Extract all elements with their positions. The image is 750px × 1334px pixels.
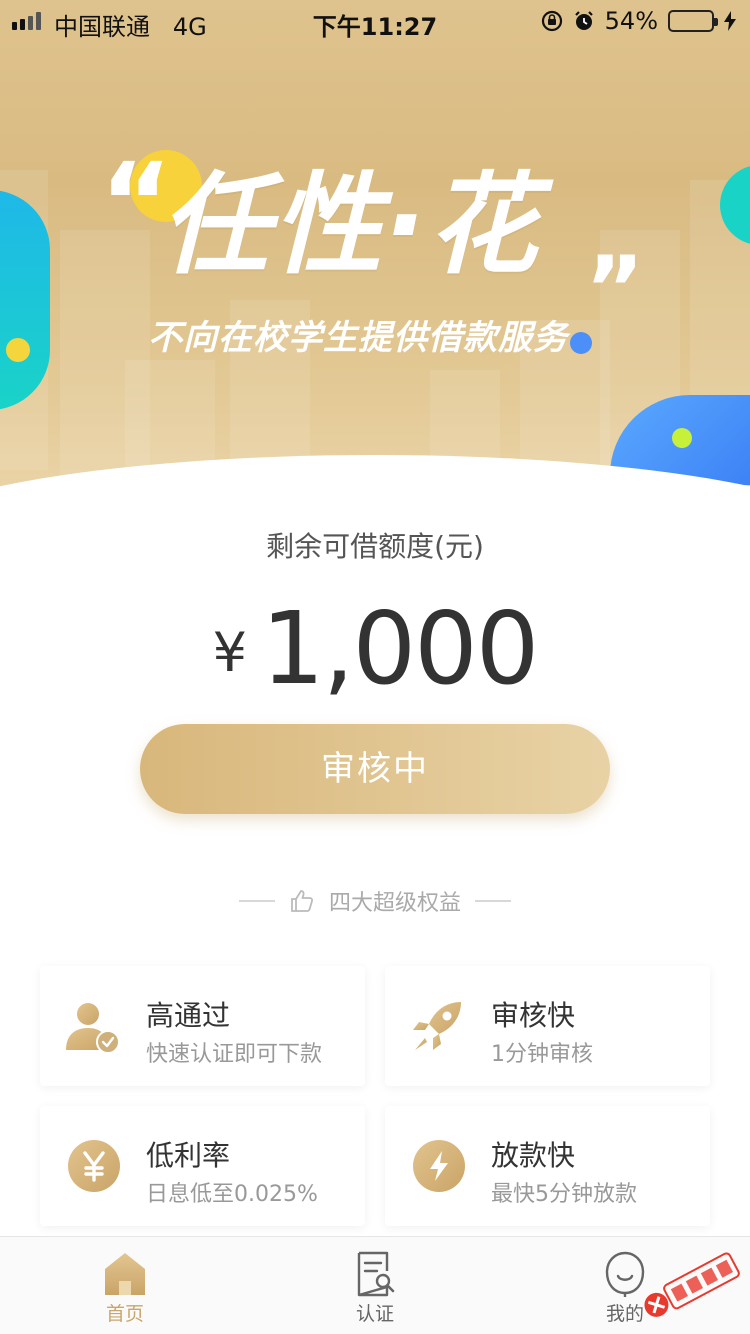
charging-icon xyxy=(724,11,736,31)
benefit-subtitle: 日息低至0.025% xyxy=(146,1182,318,1207)
loan-home-screen: “ ” 任性·花 不向在校学生提供借款服务 中国联通 4G 下午11:27 54… xyxy=(0,0,750,1334)
benefit-title: 高通过 xyxy=(146,999,231,1032)
benefit-title: 放款快 xyxy=(491,1139,576,1172)
close-quote-icon: ” xyxy=(585,237,645,342)
credit-limit-label: 剩余可借额度(元) xyxy=(266,530,484,563)
benefit-card-fast-review: 审核快 1分钟审核 xyxy=(385,966,710,1086)
divider-line xyxy=(475,900,511,902)
header-banner: “ ” 任性·花 不向在校学生提供借款服务 中国联通 4G 下午11:27 54… xyxy=(0,0,750,520)
credit-amount: ¥1,000 xyxy=(0,590,750,707)
benefits-heading: 四大超级权益 xyxy=(0,885,750,917)
slogan-subtitle: 不向在校学生提供借款服务 xyxy=(148,318,568,358)
divider-line xyxy=(238,900,275,902)
status-bar: 中国联通 4G 下午11:27 54% xyxy=(0,0,750,41)
thumbs-up-icon xyxy=(291,890,314,912)
battery-percent: 54% xyxy=(604,7,658,35)
lightning-icon xyxy=(413,1140,465,1192)
rocket-icon xyxy=(413,1002,461,1050)
amount-value: 1,000 xyxy=(261,590,539,707)
benefit-card-fast-payout: 放款快 最快5分钟放款 xyxy=(385,1106,710,1226)
benefit-card-high-approval: 高通过 快速认证即可下款 xyxy=(40,966,365,1086)
bottom-tab-bar: 首页 认证 我的 xyxy=(0,1236,750,1334)
benefit-subtitle: 快速认证即可下款 xyxy=(146,1042,323,1067)
alarm-icon xyxy=(574,11,593,30)
benefit-title: 低利率 xyxy=(146,1139,231,1172)
benefit-subtitle: 最快5分钟放款 xyxy=(491,1182,637,1207)
slogan-title: 任性·花 xyxy=(160,161,540,289)
document-search-icon xyxy=(357,1251,395,1297)
yen-icon xyxy=(68,1140,120,1192)
yellow-dot-decoration xyxy=(6,338,30,362)
user-check-icon xyxy=(66,1003,120,1054)
battery-icon xyxy=(668,10,718,32)
home-icon xyxy=(105,1253,145,1295)
status-right-group: 54% xyxy=(541,7,736,35)
teal-blob-decoration xyxy=(0,190,50,410)
tab-label: 认证 xyxy=(355,1303,394,1325)
currency-symbol: ¥ xyxy=(212,621,248,684)
rotation-lock-icon xyxy=(541,10,562,32)
benefit-title: 审核快 xyxy=(491,999,576,1032)
green-dot-decoration xyxy=(672,428,692,448)
benefit-card-low-rate: 低利率 日息低至0.025% xyxy=(40,1106,365,1226)
review-status-button[interactable]: 审核中 xyxy=(140,724,610,814)
tab-home[interactable]: 首页 xyxy=(0,1237,250,1334)
benefits-title-text: 四大超级权益 xyxy=(328,891,461,916)
tab-label: 首页 xyxy=(105,1303,144,1325)
benefit-subtitle: 1分钟审核 xyxy=(491,1042,593,1067)
tab-verification[interactable]: 认证 xyxy=(250,1237,500,1334)
